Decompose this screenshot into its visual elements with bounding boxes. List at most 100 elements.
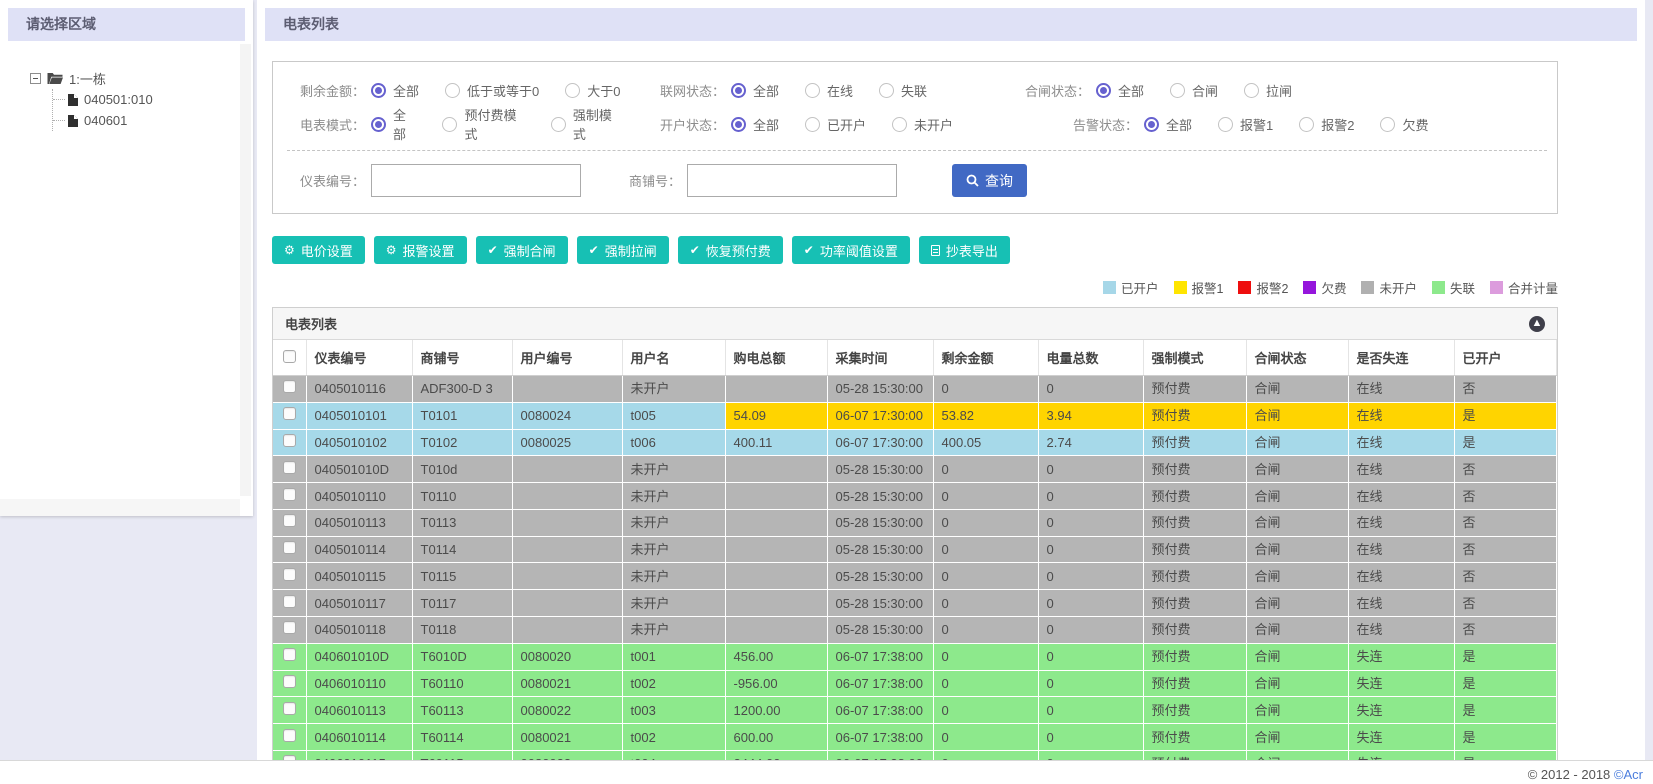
radio-option[interactable]: 报警2 (1299, 115, 1354, 134)
action-button-3[interactable]: ✔ 强制合闸 (475, 236, 568, 264)
table-row[interactable]: 0405010117 T0117 未开户 05-28 15:30:00 0 0 预付费合… (273, 589, 1557, 618)
radio-option[interactable]: 大于0 (565, 81, 620, 100)
meter-number-input[interactable] (371, 164, 581, 197)
tree-node-root[interactable]: 1:一栋 (30, 67, 253, 89)
radio-icon[interactable] (1244, 82, 1260, 98)
table-cell: t002 (622, 670, 726, 698)
row-checkbox[interactable] (282, 648, 296, 662)
radio-icon[interactable] (1170, 82, 1186, 98)
radio-icon[interactable] (1218, 116, 1234, 132)
row-checkbox[interactable] (282, 594, 296, 608)
radio-option[interactable]: 拉闸 (1244, 81, 1292, 100)
radio-option[interactable]: 低于或等于0 (445, 81, 539, 100)
table-cell: 400.05 (933, 429, 1039, 457)
row-checkbox[interactable] (282, 487, 296, 501)
row-checkbox[interactable] (282, 674, 296, 688)
table-row[interactable]: 0405010110 T0110 未开户 05-28 15:30:00 0 0 预付费合… (273, 482, 1557, 510)
radio-icon[interactable] (1380, 116, 1396, 132)
radio-option[interactable]: 全部 (1144, 115, 1192, 134)
radio-icon[interactable] (879, 82, 895, 98)
radio-option[interactable]: 预付费模式 (442, 105, 524, 143)
radio-option[interactable]: 未开户 (892, 115, 953, 134)
radio-icon[interactable] (442, 116, 458, 132)
table-row[interactable]: 0406010110 T60110 0080021 t002 -956.00 06-07 … (273, 670, 1557, 698)
shop-number-input[interactable] (687, 164, 897, 197)
radio-icon[interactable] (1299, 116, 1315, 132)
collapse-toggle-icon[interactable] (30, 72, 41, 84)
scrollbar-track-vertical[interactable] (240, 44, 251, 496)
radio-icon[interactable] (1144, 116, 1159, 132)
radio-icon[interactable] (731, 82, 746, 98)
action-button-label: 强制拉闸 (604, 243, 657, 259)
radio-icon[interactable] (805, 82, 821, 98)
table-row[interactable]: 0405010115 T0115 未开户 05-28 15:30:00 0 0 预付费合… (273, 562, 1557, 591)
table-cell: 合闸 (1246, 482, 1349, 510)
radio-option[interactable]: 已开户 (805, 115, 866, 134)
table-row[interactable]: 0405010116 ADF300-D 3 未开户 05-28 15:30:00 0… (273, 375, 1557, 403)
action-button-6[interactable]: ✔ 功率阈值设置 (791, 236, 910, 264)
radio-icon[interactable] (565, 82, 581, 98)
radio-option[interactable]: 欠费 (1380, 115, 1429, 134)
select-all-checkbox[interactable] (282, 349, 296, 363)
row-checkbox[interactable] (282, 460, 296, 474)
action-button-1[interactable]: ⚙ 电价设置 (272, 236, 365, 264)
row-checkbox[interactable] (282, 567, 296, 581)
table-row[interactable]: 0405010102 T0102 0080025 t006 400.11 06-07 17… (273, 429, 1557, 457)
radio-option[interactable]: 全部 (371, 105, 416, 143)
radio-icon[interactable] (445, 82, 461, 98)
radio-option[interactable]: 失联 (879, 81, 927, 100)
collapse-up-icon[interactable]: ▲ (1529, 315, 1545, 332)
table-cell: 0 (1038, 589, 1144, 618)
radio-icon[interactable] (805, 116, 821, 132)
action-button-2[interactable]: ⚙ 报警设置 (373, 236, 467, 264)
action-button-7[interactable]: 抄表导出 (918, 236, 1010, 264)
table-row[interactable]: 0405010101 T0101 0080024 t005 54.09 06-07 17:… (273, 402, 1557, 430)
radio-option[interactable]: 全部 (1096, 81, 1144, 100)
table-row[interactable]: 0406010115T601150080023t0042444.0006-07 … (273, 750, 1557, 760)
radio-icon[interactable] (892, 116, 908, 132)
action-button-5[interactable]: ✔ 恢复预付费 (677, 236, 783, 264)
table-cell: 0 (933, 616, 1039, 644)
radio-icon[interactable] (731, 116, 746, 132)
radio-icon[interactable] (371, 82, 386, 98)
table-row[interactable]: 040601010D T6010D 0080020 t001 456.00 06-07 1… (273, 643, 1557, 671)
table-row[interactable]: 0406010113 T60113 0080022 t003 1200.00 06-07 … (273, 696, 1557, 725)
radio-label: 全部 (1118, 83, 1145, 99)
radio-option[interactable]: 全部 (731, 115, 779, 134)
row-checkbox[interactable] (282, 701, 296, 715)
legend-label: 已开户 (1121, 282, 1159, 296)
table-cell: 合闸 (1246, 509, 1349, 537)
scrollbar-track-horizontal[interactable] (0, 499, 240, 516)
radio-option[interactable]: 全部 (731, 81, 779, 100)
row-checkbox[interactable] (282, 433, 296, 447)
row-checkbox[interactable] (282, 380, 296, 394)
radio-option[interactable]: 在线 (805, 81, 853, 100)
legend-swatch (1303, 281, 1317, 294)
table-row[interactable]: 0406010114 T60114 0080021 t002 600.00 06-07 1… (273, 723, 1557, 751)
table-row[interactable]: 0405010113 T0113 未开户 05-28 15:30:00 0 0 预付费合… (273, 509, 1557, 537)
row-checkbox[interactable] (282, 621, 296, 635)
radio-option[interactable]: 全部 (371, 81, 419, 100)
radio-option[interactable]: 合闸 (1170, 81, 1218, 100)
row-checkbox[interactable] (282, 514, 296, 528)
row-checkbox[interactable] (282, 541, 296, 555)
table-cell: 0080020 (512, 643, 623, 671)
tree-node[interactable]: 040501:010 (53, 89, 253, 110)
filter-box: 剩余金额： 全部 低于或等于0 大于0 联网状态： 全部 在线 失联 合闸状态： 全部 合闸 拉闸 电… (272, 61, 1558, 214)
table-row[interactable]: 0405010114 T0114 未开户 05-28 15:30:00 0 0 预付费合… (273, 536, 1557, 564)
radio-icon[interactable] (371, 116, 386, 132)
brand-link[interactable]: ©Acr (1614, 767, 1643, 782)
radio-option[interactable]: 强制模式 (550, 105, 621, 143)
tree-node[interactable]: 040601 (53, 110, 253, 131)
table-cell: 合闸 (1246, 589, 1349, 618)
row-checkbox[interactable] (282, 407, 296, 421)
radio-icon[interactable] (550, 116, 566, 132)
table-row[interactable]: 0405010118 T0118 未开户 05-28 15:30:00 0 0 预付费合… (273, 616, 1557, 644)
table-cell: 在线 (1348, 509, 1455, 537)
search-button[interactable]: 查询 (952, 164, 1027, 197)
table-row[interactable]: 040501010D T010d 未开户 05-28 15:30:00 0 0 预付费合… (273, 455, 1557, 484)
radio-icon[interactable] (1096, 82, 1111, 98)
action-button-4[interactable]: ✔ 强制拉闸 (576, 236, 669, 264)
row-checkbox[interactable] (282, 728, 296, 742)
radio-option[interactable]: 报警1 (1218, 115, 1273, 134)
